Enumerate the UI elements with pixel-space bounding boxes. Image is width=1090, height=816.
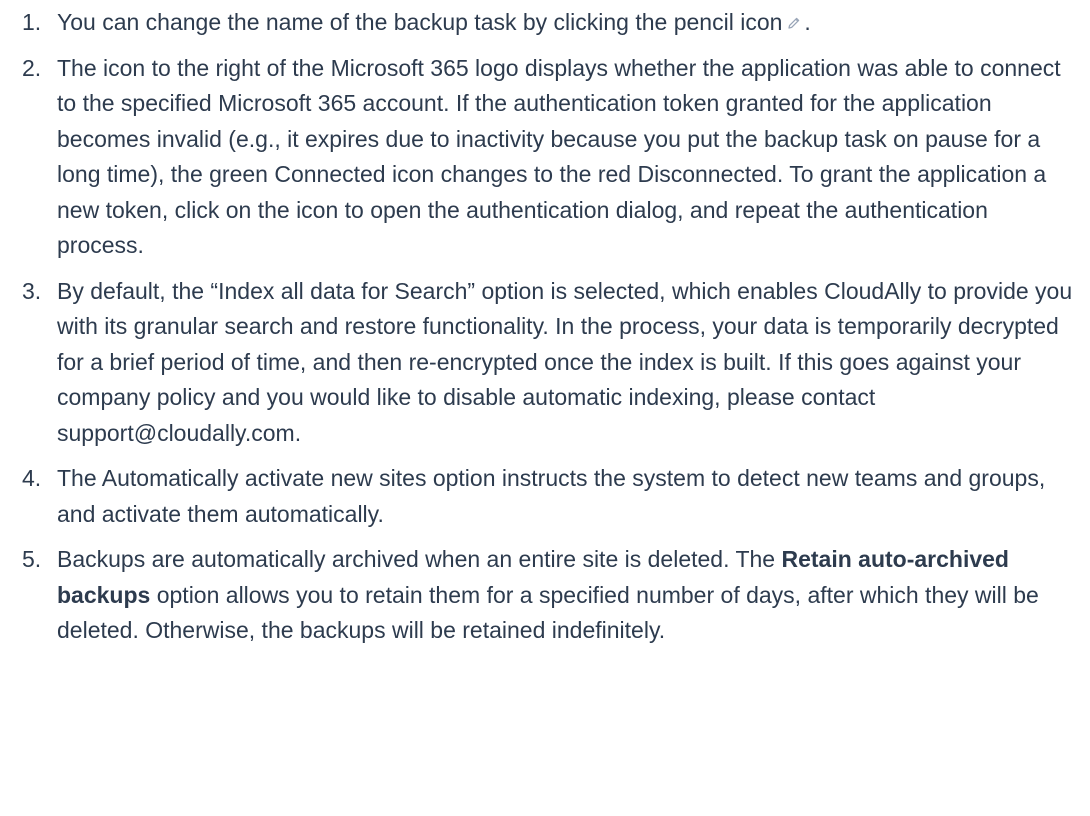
list-item-text: Backups are automatically archived when … — [57, 542, 1074, 649]
list-item-text: By default, the “Index all data for Sear… — [57, 277, 1073, 446]
step-5-text: Backups are automatically archived when … — [57, 546, 782, 572]
list-item: 1. You can change the name of the backup… — [22, 5, 1074, 41]
list-number: 5. — [22, 546, 42, 572]
list-item: 3. By default, the “Index all data for S… — [22, 274, 1074, 452]
list-item: 5. Backups are automatically archived wh… — [22, 542, 1074, 649]
list-number: 4. — [22, 465, 42, 491]
list-item-text: You can change the name of the backup ta… — [57, 5, 1074, 41]
step-5-text-end: option allows you to retain them for a s… — [57, 581, 1039, 644]
list-number: 1. — [22, 9, 42, 35]
list-number: 3. — [22, 277, 42, 304]
step-1-text-end: . — [804, 9, 811, 35]
numbered-list: 1. You can change the name of the backup… — [22, 5, 1074, 649]
list-item-text: The icon to the right of the Microsoft 3… — [57, 54, 1061, 259]
list-item-text: The Automatically activate new sites opt… — [57, 465, 1046, 527]
list-item: 2. The icon to the right of the Microsof… — [22, 51, 1074, 264]
list-number: 2. — [22, 54, 42, 81]
document: 1. You can change the name of the backup… — [0, 0, 1090, 649]
pencil-icon — [786, 15, 802, 31]
step-1-text: You can change the name of the backup ta… — [57, 9, 783, 35]
list-item: 4. The Automatically activate new sites … — [22, 461, 1074, 532]
